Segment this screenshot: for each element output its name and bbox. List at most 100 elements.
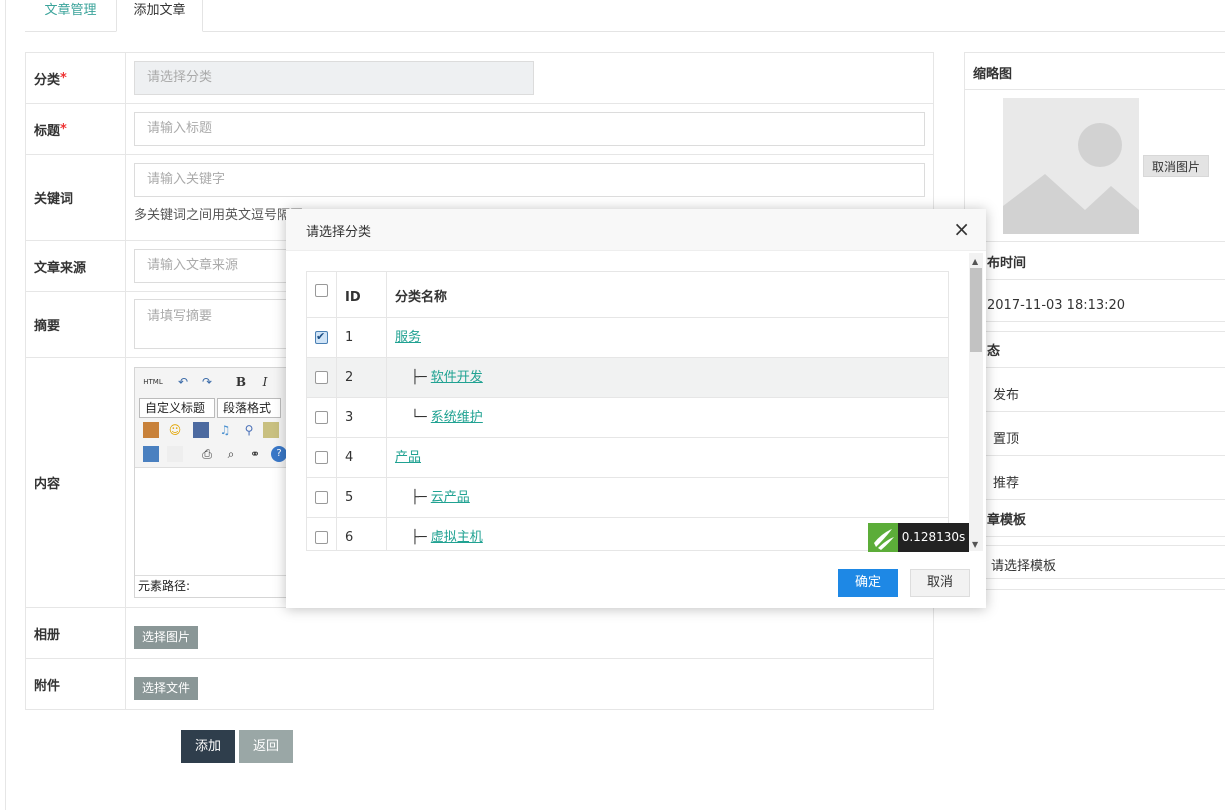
attachment-icon[interactable]: ⚲: [241, 422, 257, 438]
print-icon[interactable]: ⎙: [199, 446, 215, 462]
row-id: 1: [337, 318, 387, 358]
row-id: 3: [337, 398, 387, 438]
tab-add-article[interactable]: 添加文章: [116, 0, 203, 32]
image-icon[interactable]: [143, 422, 159, 438]
custom-title-select[interactable]: 自定义标题: [139, 398, 215, 418]
add-button[interactable]: 添加: [181, 730, 236, 763]
title-input[interactable]: 请输入标题: [134, 112, 925, 146]
row-id: 4: [337, 438, 387, 478]
bold-button[interactable]: B: [233, 374, 249, 390]
left-edge: [0, 0, 6, 810]
title-row: 标题 * 请输入标题: [26, 104, 933, 155]
attachment-row: 附件 选择文件: [26, 659, 933, 709]
keywords-label: 关键词: [26, 155, 126, 240]
thumbnail-placeholder[interactable]: [1003, 98, 1139, 234]
table-row[interactable]: 1 服务: [307, 318, 948, 358]
table-row[interactable]: 3 └─ 系统维护: [307, 398, 948, 438]
row-name: ├─ 软件开发: [411, 370, 483, 385]
page-timer-badge: 0.128130s: [868, 523, 969, 552]
category-link[interactable]: 虚拟主机: [431, 530, 483, 545]
cancel-image-button[interactable]: 取消图片: [1143, 155, 1210, 177]
attachment-label: 附件: [26, 659, 126, 709]
template-select[interactable]: 请选择模板: [965, 555, 1225, 574]
timer-logo-icon: [868, 523, 898, 552]
category-link[interactable]: 产品: [395, 450, 421, 465]
select-file-button[interactable]: 选择文件: [134, 677, 199, 700]
row-checkbox[interactable]: [315, 451, 328, 464]
scroll-thumb[interactable]: [970, 268, 982, 352]
table-row[interactable]: 4 产品: [307, 438, 948, 478]
column-id: ID: [337, 272, 387, 318]
cancel-button[interactable]: 取消: [910, 569, 970, 597]
status-option-recommend[interactable]: 推荐: [965, 472, 1225, 491]
status-option-top[interactable]: 置顶: [965, 428, 1225, 447]
close-icon[interactable]: ×: [953, 219, 970, 239]
content-label: 内容: [26, 358, 126, 607]
image-placeholder-icon: [1003, 123, 1139, 234]
album-label: 相册: [26, 608, 126, 658]
back-button[interactable]: 返回: [239, 730, 294, 763]
select-all-checkbox[interactable]: [315, 284, 328, 297]
confirm-button[interactable]: 确定: [838, 569, 898, 597]
table-header: ID 分类名称: [307, 272, 948, 318]
status-label: 态: [987, 344, 1001, 359]
dialog-scrollbar[interactable]: ▲ ▼: [969, 253, 983, 551]
keywords-input[interactable]: 请输入关键字: [134, 163, 925, 197]
search-replace-icon[interactable]: ⚭: [247, 446, 263, 462]
table-icon[interactable]: [143, 446, 159, 462]
template-label: 章模板: [987, 513, 1027, 528]
publish-time-value[interactable]: 2017-11-03 18:13:20: [965, 298, 1225, 313]
dialog-title: 请选择分类: [306, 225, 372, 240]
row-checkbox[interactable]: [315, 330, 328, 344]
category-link[interactable]: 服务: [395, 330, 421, 345]
category-input[interactable]: 请选择分类: [134, 61, 534, 95]
side-panel: 缩略图 取消图片 布时间 2017-11-03 18:13:20 态 发布 置顶…: [964, 52, 1225, 590]
tab-article-manage[interactable]: 文章管理: [25, 0, 116, 32]
row-id: 2: [337, 358, 387, 398]
undo-icon[interactable]: ↶: [175, 374, 191, 390]
table-row[interactable]: 6 ├─ 虚拟主机: [307, 518, 948, 550]
html-source-button[interactable]: HTML: [141, 374, 165, 390]
preview-icon[interactable]: ⌕: [223, 446, 239, 462]
row-name: 服务: [387, 318, 421, 358]
video-icon[interactable]: [193, 422, 209, 438]
emotion-icon[interactable]: ☺: [167, 422, 183, 438]
row-checkbox[interactable]: [315, 411, 328, 424]
album-row: 相册 选择图片: [26, 608, 933, 659]
table-row[interactable]: 5 ├─ 云产品: [307, 478, 948, 518]
select-all-cell: [307, 272, 337, 318]
row-checkbox[interactable]: [315, 491, 328, 504]
thumbnail-label: 缩略图: [973, 67, 1013, 82]
row-checkbox[interactable]: [315, 371, 328, 384]
row-name: ├─ 虚拟主机: [411, 530, 483, 545]
row-id: 5: [337, 478, 387, 518]
category-link[interactable]: 云产品: [431, 490, 470, 505]
row-id: 6: [337, 518, 387, 550]
category-link[interactable]: 软件开发: [431, 370, 483, 385]
paragraph-format-select[interactable]: 段落格式: [217, 398, 281, 418]
row-name: └─ 系统维护: [411, 410, 483, 425]
status-option-publish[interactable]: 发布: [965, 384, 1225, 403]
category-row: 分类 * 请选择分类: [26, 53, 933, 104]
map-icon[interactable]: [263, 422, 279, 438]
timer-value: 0.128130s: [898, 523, 969, 552]
publish-time-label: 布时间: [987, 256, 1027, 271]
keywords-hint: 多关键词之间用英文逗号隔开: [134, 208, 304, 223]
column-name: 分类名称: [395, 290, 448, 305]
row-name: ├─ 云产品: [411, 490, 470, 505]
italic-button[interactable]: I: [257, 374, 273, 390]
source-label: 文章来源: [26, 241, 126, 291]
redo-icon[interactable]: ↷: [199, 374, 215, 390]
select-image-button[interactable]: 选择图片: [134, 626, 199, 649]
row-name: 产品: [387, 438, 421, 478]
scroll-down-icon[interactable]: ▼: [972, 540, 978, 549]
table-row[interactable]: 2 ├─ 软件开发: [307, 358, 948, 398]
row-checkbox[interactable]: [315, 531, 328, 544]
pagebreak-icon[interactable]: [167, 446, 183, 462]
category-link[interactable]: 系统维护: [431, 410, 483, 425]
help-icon[interactable]: ?: [271, 446, 287, 462]
music-icon[interactable]: ♫: [217, 422, 233, 438]
title-label: 标题 *: [26, 104, 126, 154]
category-label: 分类 *: [26, 53, 126, 103]
scroll-up-icon[interactable]: ▲: [972, 257, 978, 266]
